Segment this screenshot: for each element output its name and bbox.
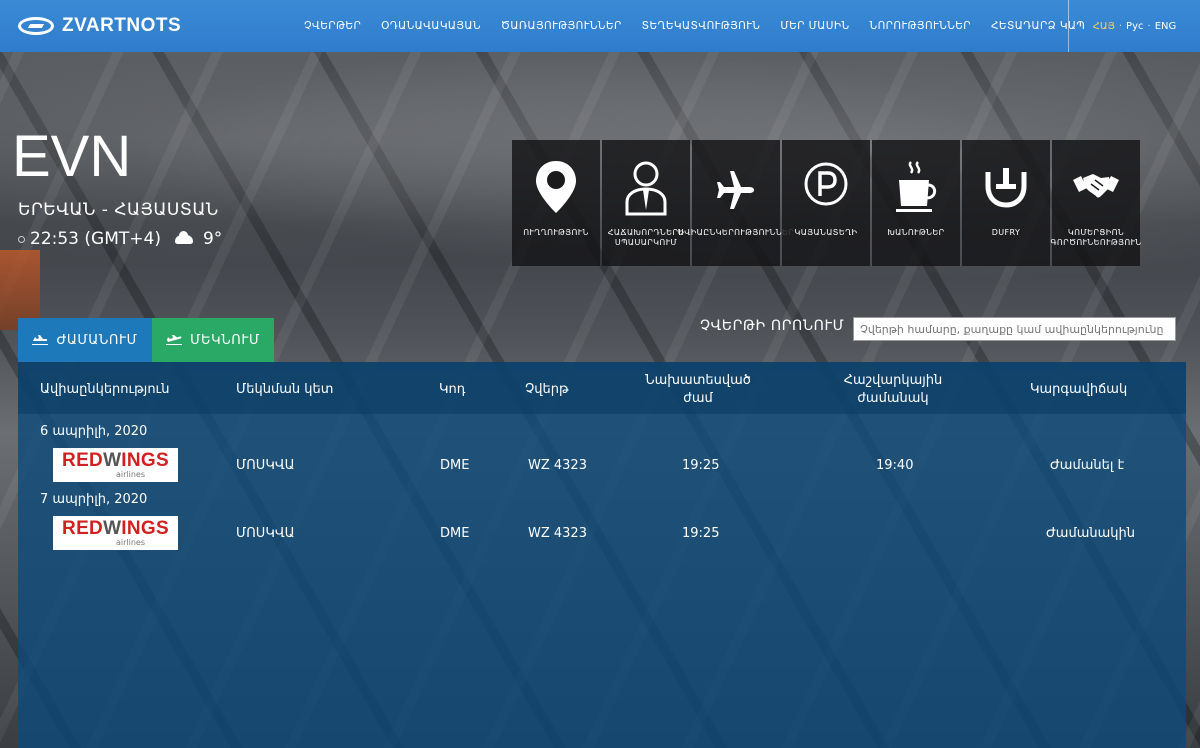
airline-logo-sub: airlines	[115, 538, 146, 547]
airport-city: ԵՐԵՎԱՆ - ՀԱՅԱՍՏԱՆ	[18, 200, 219, 220]
temperature: 9°	[202, 229, 223, 249]
top-header: ZVARTNOTS ՉՎԵՐԹԵՐ ՕԴԱՆԱՎԱԿԱՅԱՆ ԾԱՌԱՅՈՒԹՅ…	[0, 0, 1200, 52]
airline-logo-sub: airlines	[115, 470, 146, 479]
airline-logo: REDWINGS airlines	[53, 448, 178, 482]
col-origin: Մեկնման կետ	[236, 382, 334, 397]
logo-text: ZVARTNOTS	[62, 15, 182, 36]
tile-label: ԱՎԻԱԸՆԿԵՐՈՒԹՅՈՒՆՆԵՐ	[677, 228, 795, 237]
local-time-weather: 22:53 (GMT+4) 9°	[18, 229, 222, 249]
site-logo[interactable]: ZVARTNOTS	[18, 15, 268, 37]
tile-parking[interactable]: ԿԱՅԱՆԱՏԵՂԻ	[782, 140, 870, 266]
airline-logo: REDWINGS airlines	[53, 516, 178, 550]
tile-label: ՈՒՂՂՈՒԹՅՈՒՆ	[523, 228, 589, 237]
nav-airport[interactable]: ՕԴԱՆԱՎԱԿԱՅԱՆ	[371, 20, 491, 32]
lang-separator: ·	[1147, 20, 1151, 32]
lang-hy[interactable]: ՀԱՅ	[1093, 21, 1115, 32]
cell-estimated: 19:40	[876, 458, 914, 473]
table-header: Ավիաընկերություն Մեկնման կետ Կոդ Չվերթ Ն…	[18, 362, 1186, 414]
nav-flights[interactable]: ՉՎԵՐԹԵՐ	[294, 20, 371, 32]
tile-label: ԿՈՄԵՐՑԻՈՆ ԳՈՐԾՈՒՆԵՈՒԹՅՈՒՆ	[1050, 228, 1142, 248]
tab-arrivals-label: ԺԱՄԱՆՈՒՄ	[56, 332, 138, 348]
cell-status: Ժամանակին	[1046, 526, 1135, 541]
lang-separator: ·	[1118, 20, 1123, 32]
cell-flight: WZ 4323	[528, 526, 587, 541]
nav-information[interactable]: ՏԵՂԵԿԱՏՎՈՒԹՅՈՒՆ	[632, 20, 771, 32]
col-estimated: Հաշվարկային ժամանակ	[818, 372, 968, 407]
handshake-icon	[1073, 174, 1119, 198]
cloud-icon	[174, 230, 193, 244]
col-estimated-line2: ժամանակ	[857, 390, 929, 406]
tab-arrivals[interactable]: ԺԱՄԱՆՈՒՄ	[18, 318, 152, 362]
cell-flight: WZ 4323	[528, 458, 587, 473]
col-scheduled-line1: Նախատեսված	[645, 373, 751, 388]
nav-services[interactable]: ԾԱՌԱՅՈՒԹՅՈՒՆՆԵՐ	[491, 20, 632, 32]
flights-board: Ավիաընկերություն Մեկնման կետ Կոդ Չվերթ Ն…	[18, 362, 1186, 748]
airport-code: EVN	[12, 124, 132, 189]
cell-status: Ժամանել է	[1050, 458, 1125, 473]
flight-search-input[interactable]	[853, 317, 1176, 341]
tab-departures-label: ՄԵԿՆՈՒՄ	[190, 332, 260, 348]
airline-logo-red: RED	[62, 518, 104, 539]
cell-scheduled: 19:25	[682, 526, 720, 541]
cell-code: DME	[440, 526, 470, 541]
cell-origin: ՄՈՍԿՎԱ	[236, 526, 295, 541]
map-pin-icon	[536, 161, 576, 213]
col-estimated-line1: Հաշվարկային	[843, 373, 943, 388]
airplane-icon	[717, 171, 754, 209]
language-switcher: ՀԱՅ · Рус · ENG	[1068, 0, 1200, 52]
dufry-icon	[985, 168, 1027, 208]
col-scheduled: Նախատեսված ժամ	[628, 372, 768, 407]
airline-logo-wordmark: REDWINGS	[62, 519, 169, 538]
tab-departures[interactable]: ՄԵԿՆՈՒՄ	[152, 318, 274, 362]
main-nav: ՉՎԵՐԹԵՐ ՕԴԱՆԱՎԱԿԱՅԱՆ ԾԱՌԱՅՈՒԹՅՈՒՆՆԵՐ ՏԵՂ…	[294, 20, 1095, 32]
airline-logo-red: RED	[62, 450, 104, 471]
tile-label: ԽԱՆՈՒԹՆԵՐ	[887, 228, 945, 237]
airline-logo-wordmark: REDWINGS	[62, 451, 169, 470]
col-flight: Չվերթ	[525, 382, 569, 397]
tile-commercial[interactable]: ԿՈՄԵՐՑԻՈՆ ԳՈՐԾՈՒՆԵՈՒԹՅՈՒՆ	[1050, 140, 1141, 266]
parking-icon	[804, 162, 848, 206]
cell-code: DME	[440, 458, 470, 473]
tile-label: DUFRY	[991, 228, 1021, 237]
airline-logo-ings: INGS	[121, 450, 169, 471]
tile-airlines[interactable]: ԱՎԻԱԸՆԿԵՐՈՒԹՅՈՒՆՆԵՐ	[678, 140, 794, 266]
tile-directions[interactable]: ՈՒՂՂՈՒԹՅՈՒՆ	[512, 140, 600, 266]
col-airline: Ավիաընկերություն	[40, 382, 170, 397]
tile-shops[interactable]: ԽԱՆՈՒԹՆԵՐ	[872, 140, 960, 266]
flight-search-label: ՉՎԵՐԹԻ ՈՐՈՆՈՒՄ	[700, 318, 845, 334]
tile-label: ԿԱՅԱՆԱՏԵՂԻ	[794, 228, 858, 237]
col-status: Կարգավիճակ	[1030, 382, 1128, 397]
table-row[interactable]: REDWINGS airlines ՄՈՍԿՎԱ DME WZ 4323 19:…	[18, 516, 1186, 550]
airline-logo-ings: INGS	[121, 518, 169, 539]
arrival-plane-icon	[32, 335, 49, 345]
airline-logo-w: W	[103, 450, 122, 471]
lang-ru[interactable]: Рус	[1126, 21, 1143, 32]
departure-plane-icon	[166, 335, 183, 345]
tile-passenger-service[interactable]: ՀԱՃԱԽՈՐԴՆԵՐԻ ՍՊԱՍԱՐԿՈՒՄ	[602, 140, 690, 266]
lang-en[interactable]: ENG	[1155, 21, 1177, 32]
date-label: 7 ապրիլի, 2020	[40, 492, 148, 507]
date-label: 6 ապրիլի, 2020	[40, 424, 148, 439]
logo-icon	[18, 17, 54, 35]
tile-dufry[interactable]: DUFRY	[962, 140, 1050, 266]
nav-about[interactable]: ՄԵՐ ՄԱՍԻՆ	[770, 20, 859, 32]
col-code: Կոդ	[439, 382, 466, 397]
coffee-icon	[896, 161, 937, 212]
airline-logo-w: W	[103, 518, 122, 539]
table-row[interactable]: REDWINGS airlines ՄՈՍԿՎԱ DME WZ 4323 19:…	[18, 448, 1186, 482]
passenger-icon	[625, 161, 667, 216]
clock-icon	[18, 235, 25, 243]
cell-origin: ՄՈՍԿՎԱ	[236, 458, 295, 473]
col-scheduled-line2: ժամ	[683, 390, 713, 406]
nav-news[interactable]: ՆՈՐՈՒԹՅՈՒՆՆԵՐ	[860, 20, 981, 32]
local-time: 22:53 (GMT+4)	[30, 229, 161, 249]
service-tiles: ՈՒՂՂՈՒԹՅՈՒՆ ՀԱՃԱԽՈՐԴՆԵՐԻ ՍՊԱՍԱՐԿՈՒՄ ԱՎԻԱ…	[512, 140, 1141, 266]
cell-scheduled: 19:25	[682, 458, 720, 473]
